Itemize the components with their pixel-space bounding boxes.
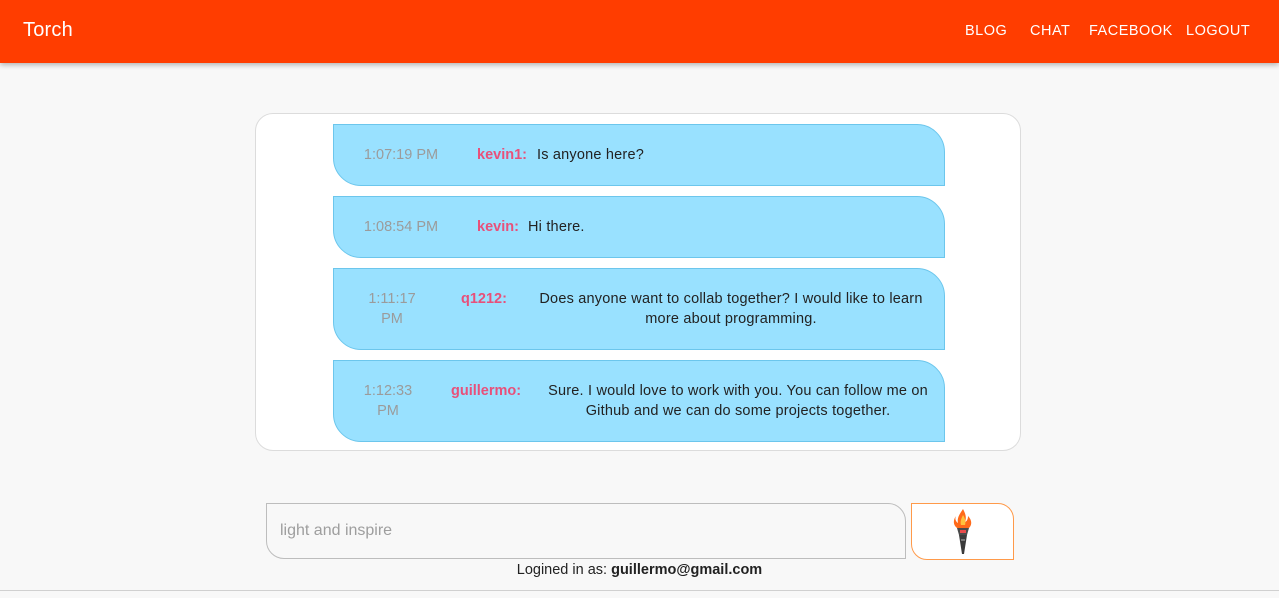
bottom-divider — [0, 590, 1279, 591]
login-email: guillermo@gmail.com — [611, 562, 763, 578]
message-input[interactable] — [266, 503, 906, 559]
message-text: Does anyone want to collab together? I w… — [539, 291, 923, 327]
login-prefix: Logined in as: — [516, 562, 608, 578]
nav-blog[interactable]: BLOG — [965, 23, 1007, 39]
message-username: guillermo: — [451, 383, 522, 399]
send-button[interactable] — [911, 503, 1014, 560]
message-text: Is anyone here? — [537, 147, 644, 163]
message-username: q1212: — [461, 291, 507, 307]
login-status: Logined in as: guillermo@gmail.com — [0, 562, 1279, 578]
brand-title[interactable]: Torch — [23, 19, 73, 42]
chat-message: 1:11:17 PM q1212: Does anyone want to co… — [333, 268, 945, 350]
nav-facebook[interactable]: FACEBOOK — [1089, 23, 1173, 39]
torch-icon — [953, 509, 972, 554]
nav-logout[interactable]: LOGOUT — [1186, 23, 1250, 39]
message-timestamp: 1:08:54 PM — [363, 219, 439, 235]
message-text: Hi there. — [528, 219, 585, 235]
message-timestamp: 1:12:33 PM — [363, 383, 413, 419]
chat-message: 1:08:54 PM kevin: Hi there. — [333, 196, 945, 258]
nav-chat[interactable]: CHAT — [1030, 23, 1070, 39]
message-username: kevin: — [477, 219, 519, 235]
message-username: kevin1: — [477, 147, 527, 163]
chat-message: 1:12:33 PM guillermo: Sure. I would love… — [333, 360, 945, 442]
top-app-bar: Torch BLOG CHAT FACEBOOK LOGOUT — [0, 0, 1279, 63]
message-timestamp: 1:11:17 PM — [368, 291, 416, 327]
message-timestamp: 1:07:19 PM — [363, 147, 439, 163]
message-text: Sure. I would love to work with you. You… — [548, 383, 928, 419]
chat-message: 1:07:19 PM kevin1: Is anyone here? — [333, 124, 945, 186]
